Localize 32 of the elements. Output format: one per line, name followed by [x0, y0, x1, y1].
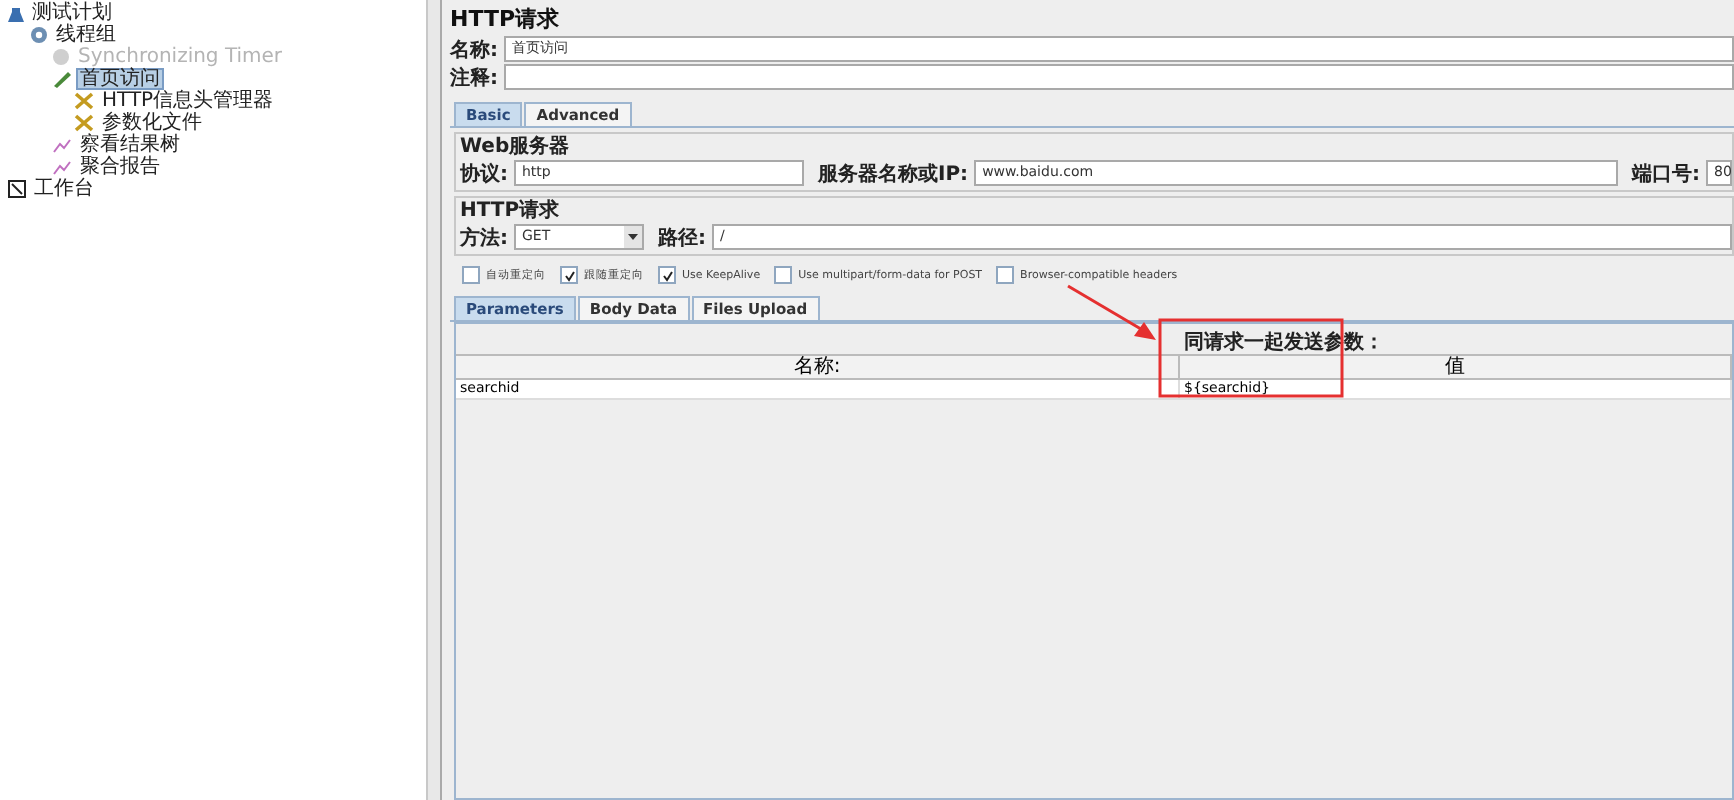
tree-item[interactable]: 参数化文件 [98, 112, 206, 134]
tree-item[interactable]: 察看结果树 [76, 134, 184, 156]
path-label: 路径: [658, 225, 706, 251]
tree-item[interactable]: 测试计划 [28, 2, 116, 24]
comment-label: 注释: [450, 64, 498, 91]
caret-icon [624, 226, 642, 248]
checkbox[interactable] [658, 266, 676, 284]
tree-item[interactable]: 线程组 [52, 24, 120, 46]
protocol-label: 协议: [460, 161, 508, 187]
annotation-arrow [1067, 284, 1156, 340]
flask-icon [8, 5, 24, 21]
group-legend: Web服务器 [460, 136, 1732, 158]
tree-item[interactable]: 工作台 [30, 178, 98, 200]
checkbox[interactable] [774, 266, 793, 284]
comment-field[interactable] [504, 64, 1734, 90]
name-label: 名称: [450, 37, 498, 63]
panel-title: HTTP请求 [450, 6, 562, 34]
tree-item[interactable]: HTTP信息头管理器 [98, 90, 278, 112]
timer-icon [52, 48, 70, 66]
port-label: 端口号: [1632, 161, 1700, 187]
checkbox[interactable] [560, 266, 578, 284]
method-label: 方法: [460, 224, 508, 251]
column-header: 名称: [456, 356, 1180, 378]
column-header: 值 [1180, 356, 1732, 378]
checkbox[interactable] [462, 266, 480, 284]
checkbox[interactable] [996, 266, 1015, 284]
workbench-icon [8, 180, 26, 198]
server-label: 服务器名称或IP: [818, 161, 969, 187]
tree-item[interactable]: 聚合报告 [76, 156, 164, 178]
tree-item[interactable]: 首页访问 [76, 68, 164, 90]
group-legend: HTTP请求 [460, 200, 1732, 222]
splitter[interactable] [428, 0, 442, 800]
